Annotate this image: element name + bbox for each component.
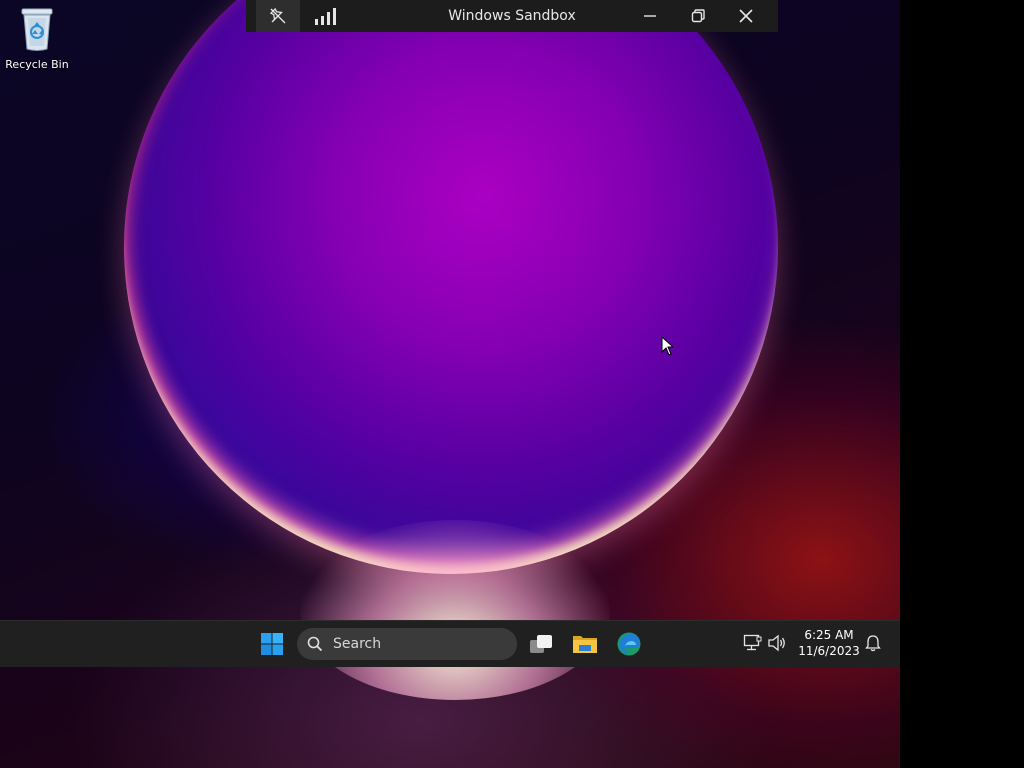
unpin-button[interactable] <box>256 0 300 32</box>
minimize-button[interactable] <box>630 0 670 32</box>
close-button[interactable] <box>726 0 766 32</box>
start-icon <box>261 633 283 655</box>
window-title: Windows Sandbox <box>448 8 576 24</box>
edge-browser-button[interactable] <box>612 627 646 661</box>
clock-date: 11/6/2023 <box>798 644 860 658</box>
sandbox-titlebar[interactable]: Windows Sandbox <box>246 0 778 32</box>
clock-time: 6:25 AM <box>804 628 854 642</box>
wallpaper-glow <box>300 520 610 700</box>
desktop-icon-recycle-bin[interactable]: Recycle Bin <box>4 6 70 76</box>
minimize-icon <box>644 15 656 17</box>
connection-button[interactable] <box>304 0 348 32</box>
unpin-icon <box>269 7 286 24</box>
desktop: Recycle Bin Windows Sandbox Search 6:25 … <box>0 0 900 768</box>
volume-icon[interactable] <box>767 634 787 652</box>
mouse-cursor-icon <box>661 336 675 356</box>
restore-icon <box>691 9 705 23</box>
close-icon <box>739 9 753 23</box>
taskbar-clock[interactable]: 6:25 AM 11/6/2023 <box>798 627 860 659</box>
file-explorer-icon <box>573 636 597 653</box>
bell-icon[interactable] <box>864 634 882 652</box>
connection-bars-icon <box>315 8 336 25</box>
task-view-icon <box>530 635 552 653</box>
network-icon[interactable] <box>743 634 763 652</box>
desktop-icon-label: Recycle Bin <box>5 58 69 71</box>
start-button[interactable] <box>255 627 289 661</box>
task-view-button[interactable] <box>524 627 558 661</box>
taskbar-search-box[interactable]: Search <box>297 628 517 660</box>
taskbar: Search 6:25 AM 11/6/2023 <box>0 620 900 667</box>
edge-icon <box>617 632 641 656</box>
file-explorer-button[interactable] <box>568 627 602 661</box>
wallpaper-orb <box>124 0 778 574</box>
recycle-bin-icon <box>21 8 53 51</box>
search-icon <box>307 636 323 652</box>
restore-button[interactable] <box>678 0 718 32</box>
search-placeholder: Search <box>333 636 382 652</box>
